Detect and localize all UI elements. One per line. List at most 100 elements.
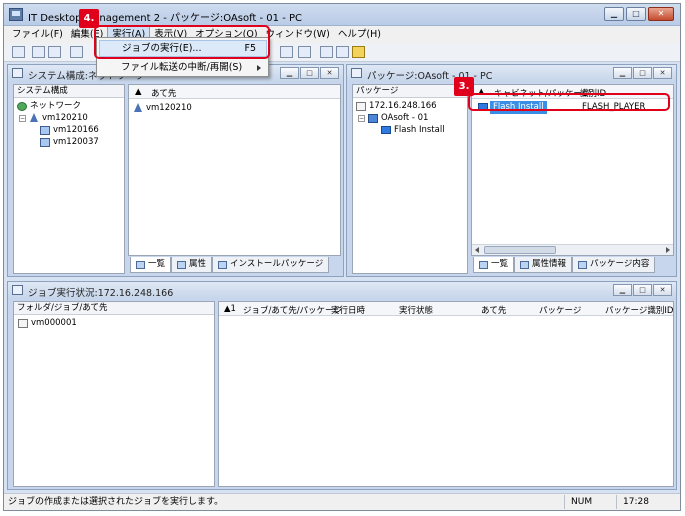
system-tabs: 一覧 属性 インストールパッケージ bbox=[130, 257, 330, 273]
job-window-titlebar: ジョブ実行状況:172.16.248.166 ▁ □ ✕ bbox=[8, 282, 676, 299]
destination-list-header: ▲ あて先 bbox=[129, 85, 340, 99]
print-preview-icon[interactable] bbox=[48, 46, 61, 58]
maximize-icon[interactable]: □ bbox=[633, 284, 652, 296]
submenu-arrow-icon bbox=[257, 65, 261, 71]
col-execution-status[interactable]: 実行状態 bbox=[399, 304, 433, 316]
close-icon[interactable]: ✕ bbox=[653, 67, 672, 79]
tab-package-contents[interactable]: パッケージ内容 bbox=[572, 257, 656, 273]
help-icon[interactable] bbox=[352, 46, 365, 58]
package-icon bbox=[381, 126, 391, 134]
tab-label: 属性 bbox=[189, 259, 207, 269]
transfer-icon[interactable] bbox=[298, 46, 311, 58]
computer-icon bbox=[40, 125, 50, 135]
system-window-icon bbox=[12, 68, 23, 78]
tab-label: 属性情報 bbox=[532, 259, 567, 269]
tab-installed-packages[interactable]: インストールパッケージ bbox=[212, 257, 330, 273]
menu-file[interactable]: ファイル(F) bbox=[8, 26, 67, 43]
list-item[interactable]: vm120210 bbox=[133, 102, 192, 114]
list-item-label: vm120210 bbox=[146, 103, 192, 113]
tab-list[interactable]: 一覧 bbox=[130, 257, 172, 273]
callout-step4-badge: 4. bbox=[79, 9, 99, 28]
maximize-icon[interactable]: □ bbox=[626, 7, 646, 21]
tree-item-network[interactable]: ネットワーク bbox=[17, 100, 81, 112]
package-tree: パッケージ 172.16.248.166 − OAsoft - 01 Flash… bbox=[352, 84, 468, 274]
refresh-icon[interactable] bbox=[280, 46, 293, 58]
list-icon bbox=[479, 260, 488, 269]
tree-item-vm120037[interactable]: vm120037 bbox=[40, 136, 99, 148]
col-package[interactable]: パッケージ bbox=[539, 304, 581, 316]
minimize-icon[interactable]: ▁ bbox=[280, 67, 299, 79]
tree-label: vm120166 bbox=[53, 125, 99, 135]
server-icon bbox=[133, 103, 143, 113]
tree-label: ネットワーク bbox=[30, 101, 82, 111]
package-window-icon bbox=[351, 68, 362, 78]
collapse-icon[interactable]: − bbox=[19, 114, 26, 122]
tab-list[interactable]: 一覧 bbox=[473, 257, 515, 273]
package-window-controls: ▁ □ ✕ bbox=[613, 67, 672, 79]
scroll-right-icon[interactable] bbox=[666, 247, 670, 253]
tab-attributes[interactable]: 属性 bbox=[171, 257, 213, 273]
scroll-left-icon[interactable] bbox=[475, 247, 479, 253]
menu-item-transfer-pause-resume[interactable]: ファイル転送の中断/再開(S) bbox=[99, 59, 267, 76]
cut-icon[interactable] bbox=[70, 46, 83, 58]
system-window-controls: ▁ □ ✕ bbox=[280, 67, 339, 79]
tree-item-flash-install[interactable]: Flash Install bbox=[381, 124, 445, 136]
new-icon[interactable] bbox=[12, 46, 25, 58]
app-window: IT Desktop Management 2 - パッケージ:OAsoft -… bbox=[3, 3, 681, 511]
tree-item-job[interactable]: vm000001 bbox=[18, 317, 77, 329]
document-icon bbox=[578, 260, 588, 269]
tab-attribute-info[interactable]: 属性情報 bbox=[514, 257, 573, 273]
minimize-icon[interactable]: ▁ bbox=[613, 284, 632, 296]
collapse-icon[interactable]: − bbox=[358, 114, 365, 122]
menu-window[interactable]: ウィンドウ(W) bbox=[262, 26, 334, 43]
close-icon[interactable]: ✕ bbox=[648, 7, 674, 21]
job-list-header: ▲1 ジョブ/あて先/パッケージ 実行日時 実行状態 あて先 パッケージ パッケ… bbox=[219, 302, 673, 316]
job-list: ▲1 ジョブ/あて先/パッケージ 実行日時 実行状態 あて先 パッケージ パッケ… bbox=[218, 301, 674, 487]
job-folder-icon bbox=[18, 318, 28, 328]
status-message: ジョブの作成または選択されたジョブを実行します。 bbox=[8, 497, 224, 507]
col-execution-datetime[interactable]: 実行日時 bbox=[331, 304, 365, 316]
close-icon[interactable]: ✕ bbox=[320, 67, 339, 79]
job-tree: フォルダ/ジョブ/あて先 vm000001 bbox=[13, 301, 215, 487]
menu-help[interactable]: ヘルプ(H) bbox=[334, 26, 385, 43]
package-window-titlebar: パッケージ:OAsoft - 01 - PC ▁ □ ✕ bbox=[347, 65, 676, 82]
job-window-title: ジョブ実行状況:172.16.248.166 bbox=[28, 288, 174, 299]
job-window-icon bbox=[12, 285, 23, 295]
tree-label: vm120210 bbox=[42, 113, 88, 123]
maximize-icon[interactable]: □ bbox=[300, 67, 319, 79]
tab-label: パッケージ内容 bbox=[590, 259, 650, 269]
tree-item-server[interactable]: 172.16.248.166 bbox=[356, 100, 437, 112]
destination-list: ▲ あて先 vm120210 bbox=[128, 84, 341, 256]
package-tree-header: パッケージ bbox=[353, 85, 467, 98]
status-bar: ジョブの作成または選択されたジョブを実行します。 NUM 17:28 bbox=[4, 493, 680, 510]
menu-item-label: ファイル転送の中断/再開(S) bbox=[121, 62, 243, 73]
tree-item-cabinet[interactable]: − OAsoft - 01 bbox=[358, 112, 428, 124]
scroll-thumb[interactable] bbox=[484, 246, 556, 254]
print-icon[interactable] bbox=[32, 46, 45, 58]
tile-icon[interactable] bbox=[336, 46, 349, 58]
tree-label: vm000001 bbox=[31, 318, 77, 328]
app-icon bbox=[9, 8, 23, 21]
close-icon[interactable]: ✕ bbox=[653, 284, 672, 296]
callout-step3-box bbox=[468, 93, 670, 111]
window-icon[interactable] bbox=[320, 46, 333, 58]
minimize-icon[interactable]: ▁ bbox=[604, 7, 624, 21]
minimize-icon[interactable]: ▁ bbox=[613, 67, 632, 79]
system-tree-header: システム構成 bbox=[14, 85, 124, 98]
job-tree-header: フォルダ/ジョブ/あて先 bbox=[14, 302, 214, 315]
col-package-id[interactable]: パッケージ識別ID bbox=[605, 304, 673, 316]
col-job-destination-package[interactable]: ジョブ/あて先/パッケージ bbox=[243, 304, 342, 316]
attribute-icon bbox=[177, 260, 187, 269]
tree-item-vm120210[interactable]: − vm120210 bbox=[19, 112, 88, 124]
system-config-window: システム構成:ネットワーク ▁ □ ✕ システム構成 ネットワーク − vm12… bbox=[7, 64, 344, 277]
col-destination[interactable]: あて先 bbox=[481, 304, 506, 316]
package-icon bbox=[218, 260, 228, 269]
tree-item-vm120166[interactable]: vm120166 bbox=[40, 124, 99, 136]
col-destination[interactable]: あて先 bbox=[151, 87, 176, 99]
sort-indicator: ▲1 bbox=[224, 304, 236, 314]
window-controls: ▁ □ ✕ bbox=[604, 7, 674, 21]
maximize-icon[interactable]: □ bbox=[633, 67, 652, 79]
package-tabs: 一覧 属性情報 パッケージ内容 bbox=[473, 257, 656, 273]
server-icon bbox=[356, 101, 366, 111]
horizontal-scrollbar[interactable] bbox=[472, 244, 673, 255]
